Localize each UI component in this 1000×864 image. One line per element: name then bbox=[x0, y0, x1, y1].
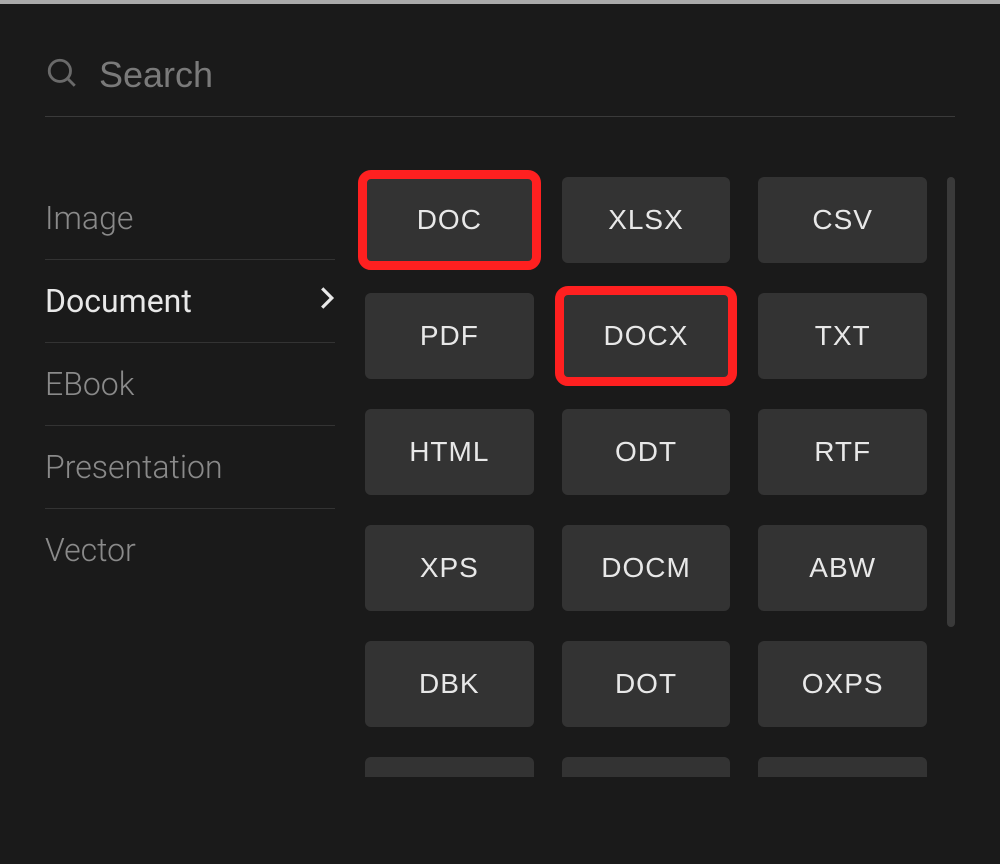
format-dot[interactable]: DOT bbox=[562, 641, 731, 727]
scrollbar[interactable] bbox=[947, 177, 955, 627]
format-odt[interactable]: ODT bbox=[562, 409, 731, 495]
sidebar-item-presentation[interactable]: Presentation bbox=[45, 426, 335, 509]
search-bar[interactable] bbox=[45, 54, 955, 117]
search-input[interactable] bbox=[99, 54, 955, 96]
format-doc[interactable]: DOC bbox=[365, 177, 534, 263]
format-pdf[interactable]: PDF bbox=[365, 293, 534, 379]
sidebar-item-image[interactable]: Image bbox=[45, 177, 335, 260]
sidebar-item-document[interactable]: Document bbox=[45, 260, 335, 343]
sidebar-item-label: EBook bbox=[45, 365, 134, 403]
format-xps[interactable]: XPS bbox=[365, 525, 534, 611]
format-dbk[interactable]: DBK bbox=[365, 641, 534, 727]
chevron-right-icon bbox=[319, 285, 335, 318]
format-abw[interactable]: ABW bbox=[758, 525, 927, 611]
format-more-peek bbox=[562, 757, 731, 777]
sidebar-item-ebook[interactable]: EBook bbox=[45, 343, 335, 426]
sidebar-item-label: Vector bbox=[45, 531, 136, 569]
format-docx[interactable]: DOCX bbox=[562, 293, 731, 379]
format-grid: DOC XLSX CSV PDF DOCX TXT HTML ODT RTF X… bbox=[365, 177, 927, 727]
format-rtf[interactable]: RTF bbox=[758, 409, 927, 495]
format-more-peek bbox=[365, 757, 534, 777]
format-oxps[interactable]: OXPS bbox=[758, 641, 927, 727]
category-sidebar: Image Document EBook Presentation bbox=[45, 177, 335, 777]
format-docm[interactable]: DOCM bbox=[562, 525, 731, 611]
sidebar-item-label: Document bbox=[45, 282, 192, 320]
sidebar-item-label: Image bbox=[45, 199, 133, 237]
sidebar-item-label: Presentation bbox=[45, 448, 223, 486]
format-txt[interactable]: TXT bbox=[758, 293, 927, 379]
format-html[interactable]: HTML bbox=[365, 409, 534, 495]
format-more-peek bbox=[758, 757, 927, 777]
sidebar-item-vector[interactable]: Vector bbox=[45, 509, 335, 591]
search-icon bbox=[45, 56, 79, 94]
format-xlsx[interactable]: XLSX bbox=[562, 177, 731, 263]
format-csv[interactable]: CSV bbox=[758, 177, 927, 263]
